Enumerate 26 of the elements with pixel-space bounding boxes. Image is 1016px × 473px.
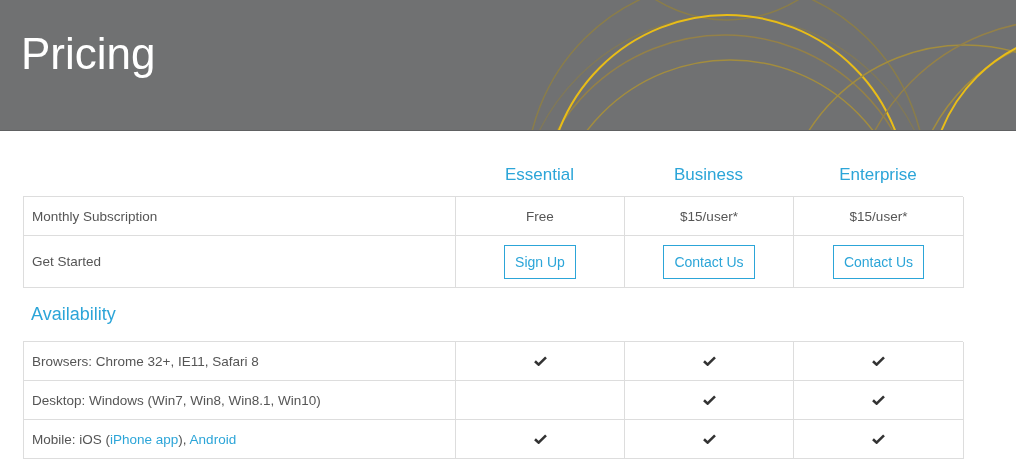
checkmark-icon [702,434,716,444]
plan-name: Business [673,165,744,185]
link[interactable]: iPhone app [110,431,179,447]
feature-text: Mobile: iOS (iPhone app), Android [32,431,237,447]
price-text: $15/user* [849,208,908,224]
price-text: $15/user* [680,208,738,224]
checkmark-icon [702,395,716,405]
link[interactable]: Android [189,431,237,447]
row-label: Get Started [24,236,456,288]
page-title: Pricing [20,28,156,79]
price-text: Free [526,208,554,224]
checkmark-icon [872,356,885,366]
feature-text: Browsers: Chrome 32+, IE11, Safari 8 [32,353,259,369]
plan-button[interactable]: Contact Us [663,244,755,279]
feature-text: Desktop: Windows (Win7, Win8, Win8.1, Win10) [32,392,321,408]
section-title: Availability [30,303,117,326]
plan-button[interactable]: Contact Us [832,244,925,279]
row-label: Monthly Subscription [24,197,456,236]
plan-button[interactable]: Sign Up [504,244,576,279]
checkmark-icon [533,434,547,444]
checkmark-icon [872,395,885,405]
plan-name: Enterprise [838,165,918,185]
checkmark-icon [702,356,716,366]
checkmark-icon [533,356,547,366]
plan-name: Essential [504,165,575,185]
checkmark-icon [872,434,885,444]
